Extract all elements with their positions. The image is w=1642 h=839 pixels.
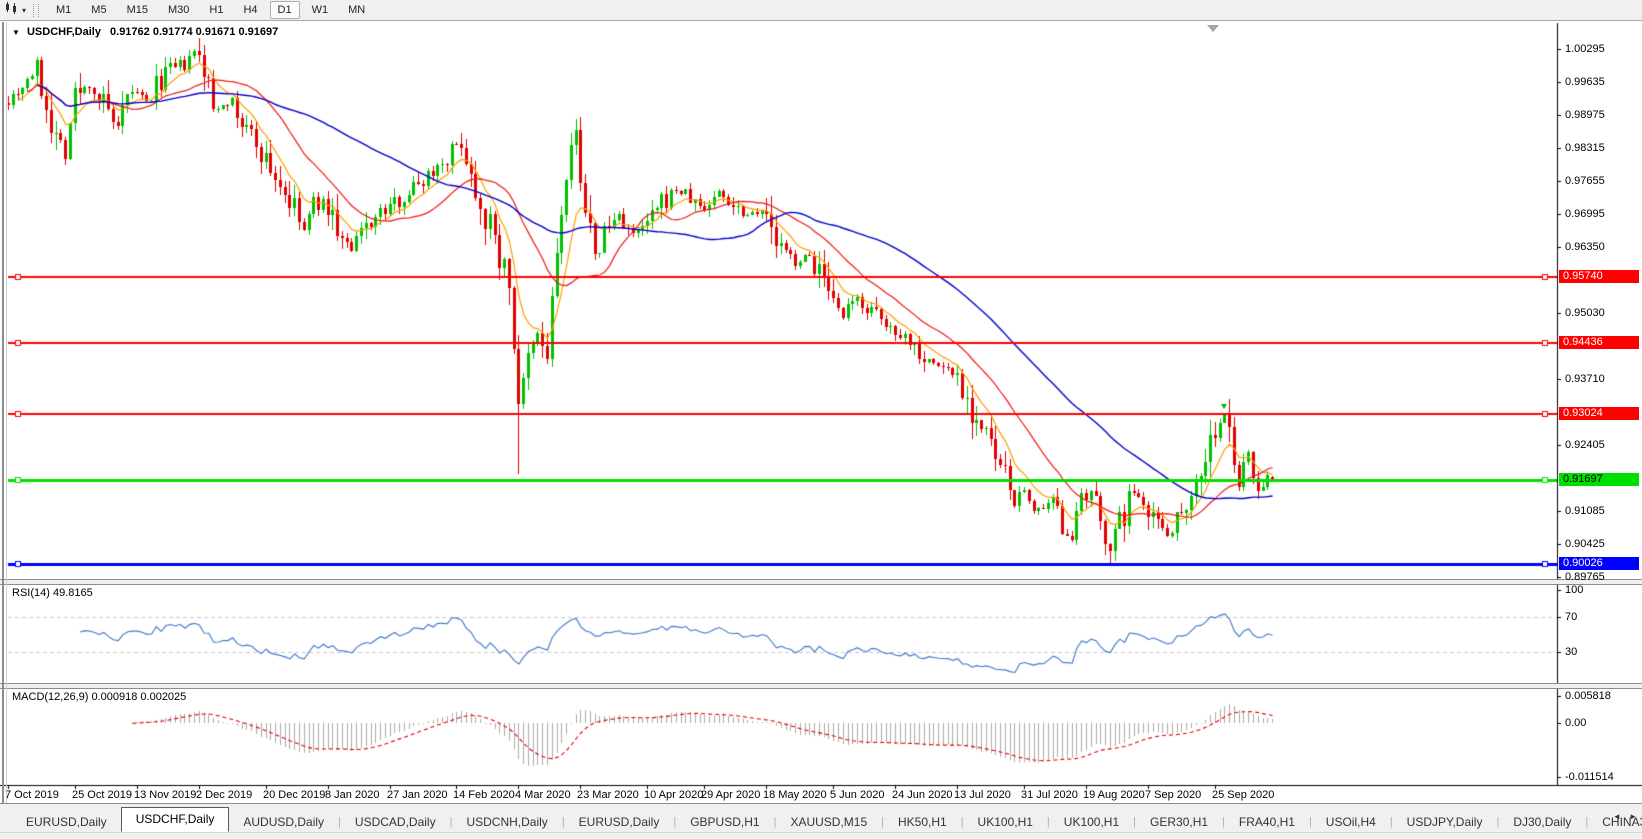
chart-tab-usoil-h4[interactable]: USOil,H4 [1312,812,1390,832]
chart-canvas[interactable] [0,0,1642,839]
date-tick-label: 13 Nov 2019 [134,789,196,801]
window-left-edge [2,22,4,803]
rsi-indicator-label: RSI(14) 49.8165 [12,587,93,599]
pane-separator-rsi[interactable] [0,579,1642,585]
chart-candles-icon [4,1,20,19]
price-tick-label: 0.96995 [1565,208,1605,220]
chart-tab-usdcnh-daily[interactable]: USDCNH,Daily [452,812,561,832]
tab-scroll-left-icon[interactable]: ◄ [1613,812,1621,821]
date-tick-label: 23 Mar 2020 [577,789,639,801]
date-tick-label: 25 Sep 2020 [1212,789,1274,801]
price-tick-label: 0.96350 [1565,241,1605,253]
macd-tick-label: 0.00 [1565,717,1586,729]
pane-separator-macd[interactable] [0,683,1642,689]
price-tick-label: 0.93710 [1565,373,1605,385]
price-tick-label: 0.92405 [1565,439,1605,451]
price-level-tag: 0.91697 [1559,473,1639,486]
price-level-tag: 0.94436 [1559,336,1639,349]
timeframe-button-mn[interactable]: MN [340,1,373,19]
timeframe-button-d1[interactable]: D1 [270,1,300,19]
date-tick-label: 18 May 2020 [763,789,827,801]
date-tick-label: 4 Mar 2020 [515,789,571,801]
chart-tab-bar: EURUSD,DailyUSDCHF,DailyAUDUSD,Daily|USD… [0,806,1642,832]
price-tick-label: 0.89765 [1565,571,1605,583]
symbol-dropdown-icon[interactable]: ▼ [12,28,20,37]
date-tick-label: 8 Jan 2020 [325,789,379,801]
price-level-tag: 0.95740 [1559,270,1639,283]
status-strip [0,832,1642,839]
rsi-tick-label: 100 [1565,584,1583,596]
timeframe-button-m5[interactable]: M5 [83,1,114,19]
date-tick-label: 5 Jun 2020 [830,789,884,801]
macd-tick-label: -0.011514 [1565,771,1614,783]
date-tick-label: 25 Oct 2019 [72,789,132,801]
rsi-tick-label: 70 [1565,611,1577,623]
macd-indicator-label: MACD(12,26,9) 0.000918 0.002025 [12,691,186,703]
date-tick-label: 2 Dec 2019 [196,789,252,801]
date-tick-label: 29 Apr 2020 [701,789,760,801]
price-tick-label: 0.91085 [1565,505,1605,517]
chart-tab-ger30-h1[interactable]: GER30,H1 [1136,812,1222,832]
date-tick-label: 7 Sep 2020 [1145,789,1201,801]
timeframe-button-m1[interactable]: M1 [48,1,79,19]
date-tick-label: 31 Jul 2020 [1021,789,1078,801]
date-tick-label: 10 Apr 2020 [644,789,703,801]
chart-tab-dj30-daily[interactable]: DJ30,Daily [1499,812,1585,832]
date-tick-label: 19 Aug 2020 [1083,789,1145,801]
chart-tab-usdjpy-daily[interactable]: USDJPY,Daily [1393,812,1497,832]
chart-tab-audusd-daily[interactable]: AUDUSD,Daily [229,812,338,832]
price-level-tag: 0.90026 [1559,557,1639,570]
date-tick-label: 7 Oct 2019 [5,789,59,801]
tab-scroll-right-icon[interactable]: ► [1629,812,1637,821]
date-tick-label: 24 Jun 2020 [892,789,953,801]
macd-tick-label: 0.005818 [1565,690,1611,702]
chart-tab-usdchf-daily[interactable]: USDCHF,Daily [121,807,230,832]
chart-tab-eurusd-daily[interactable]: EURUSD,Daily [12,812,121,832]
date-tick-label: 20 Dec 2019 [263,789,325,801]
timeframe-toolbar: ▾ M1M5 M15M30H1H4 D1W1MN [0,0,1642,21]
timeframe-button-m30[interactable]: M30 [160,1,197,19]
chart-tab-uk100-h1[interactable]: UK100,H1 [1050,812,1133,832]
chart-tab-fra40-h1[interactable]: FRA40,H1 [1225,812,1309,832]
chart-tab-uk100-h1[interactable]: UK100,H1 [964,812,1047,832]
timeframe-button-m15[interactable]: M15 [119,1,156,19]
dropdown-caret-icon: ▾ [22,6,26,15]
price-tick-label: 0.90425 [1565,538,1605,550]
price-level-tag: 0.93024 [1559,407,1639,420]
price-tick-label: 0.97655 [1565,175,1605,187]
chart-shift-marker[interactable] [1207,25,1219,32]
mt4-window: ▾ M1M5 M15M30H1H4 D1W1MN ▼ USDCHF,Daily 0.… [0,0,1642,839]
price-tick-label: 0.99635 [1565,76,1605,88]
price-tick-label: 0.95030 [1565,307,1605,319]
chart-tab-usdcad-daily[interactable]: USDCAD,Daily [341,812,450,832]
timeframe-button-h4[interactable]: H4 [235,1,265,19]
chart-tab-hk50-h1[interactable]: HK50,H1 [884,812,961,832]
chart-tab-eurusd-daily[interactable]: EURUSD,Daily [565,812,674,832]
price-tick-label: 0.98315 [1565,142,1605,154]
window-bottom-edge [0,803,1642,804]
timeframe-button-h1[interactable]: H1 [201,1,231,19]
date-tick-label: 14 Feb 2020 [453,789,515,801]
rsi-tick-label: 30 [1565,646,1577,658]
window-left-edge-inner [6,22,7,803]
chart-symbol-label: USDCHF,Daily [27,26,101,38]
price-tick-label: 0.98975 [1565,109,1605,121]
toolbar-grip[interactable] [33,4,39,17]
chart-title: ▼ USDCHF,Daily 0.91762 0.91774 0.91671 0… [12,26,278,38]
chart-ohlc-values: 0.91762 0.91774 0.91671 0.91697 [110,26,278,38]
chart-tab-xauusd-m15[interactable]: XAUUSD,M15 [776,812,881,832]
date-tick-label: 13 Jul 2020 [954,789,1011,801]
chart-type-button[interactable]: ▾ [4,1,29,19]
timeframe-buttons: M1M5 M15M30H1H4 D1W1MN [46,1,375,19]
chart-tab-gbpusd-h1[interactable]: GBPUSD,H1 [676,812,773,832]
price-tick-label: 1.00295 [1565,43,1605,55]
tab-scroll-buttons: ◄ ► [1610,812,1640,821]
timeframe-button-w1[interactable]: W1 [304,1,337,19]
date-tick-label: 27 Jan 2020 [387,789,448,801]
